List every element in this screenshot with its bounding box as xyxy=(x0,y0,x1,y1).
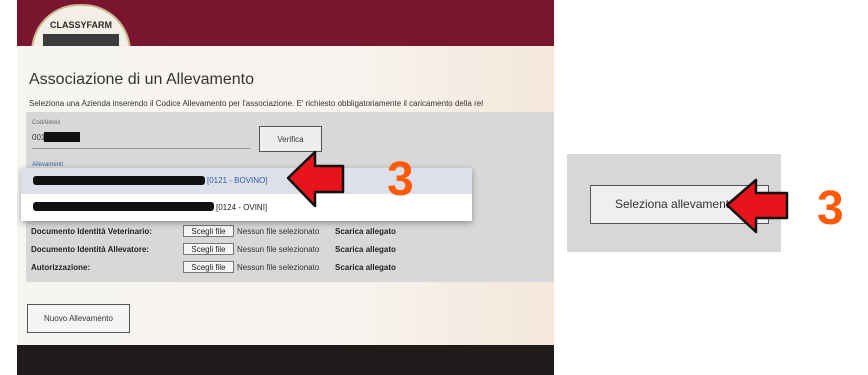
choose-file-button-veterinario[interactable]: Scegli file xyxy=(183,225,234,237)
choose-file-button-autorizzazione[interactable]: Scegli file xyxy=(183,261,234,273)
doc-label-veterinario: Documento Identità Veterinario: xyxy=(31,227,152,236)
page-subtitle: Seleziona una Azienda inserendo il Codic… xyxy=(29,99,483,108)
verifica-button[interactable]: Verifica xyxy=(259,126,322,152)
download-link-allevatore[interactable]: Scarica allegato xyxy=(335,245,396,254)
option-label: [0121 - BOVINO] xyxy=(207,176,268,185)
redaction-mask xyxy=(44,132,80,142)
file-status-allevatore: Nessun file selezionato xyxy=(237,245,320,254)
file-status-autorizzazione: Nessun file selezionato xyxy=(237,263,320,272)
input-underline xyxy=(32,148,250,149)
red-arrow-left-icon xyxy=(286,150,345,208)
option-label: [0124 - OVINI] xyxy=(216,203,268,212)
choose-file-button-allevatore[interactable]: Scegli file xyxy=(183,243,234,255)
doc-label-allevatore: Documento Identità Allevatore: xyxy=(31,245,149,254)
seleziona-button-label: Seleziona allevamento xyxy=(615,197,736,211)
download-link-veterinario[interactable]: Scarica allegato xyxy=(335,227,396,236)
cod-allevamento-label: CodAllevix xyxy=(32,120,61,126)
logo-text: CLASSYFARM xyxy=(49,20,112,30)
footer-bar xyxy=(17,345,554,375)
step-number-left: 3 xyxy=(387,153,414,206)
step-number-right: 3 xyxy=(817,182,844,235)
redaction-mask xyxy=(33,176,205,185)
doc-label-autorizzazione: Autorizzazione: xyxy=(31,263,91,272)
download-link-autorizzazione[interactable]: Scarica allegato xyxy=(335,263,396,272)
nuovo-allevamento-button[interactable]: Nuovo Allevamento xyxy=(27,304,130,333)
page-title: Associazione di un Allevamento xyxy=(29,71,255,88)
red-arrow-right-icon xyxy=(725,178,789,234)
file-status-veterinario: Nessun file selezionato xyxy=(237,227,320,236)
redaction-mask xyxy=(33,202,214,211)
